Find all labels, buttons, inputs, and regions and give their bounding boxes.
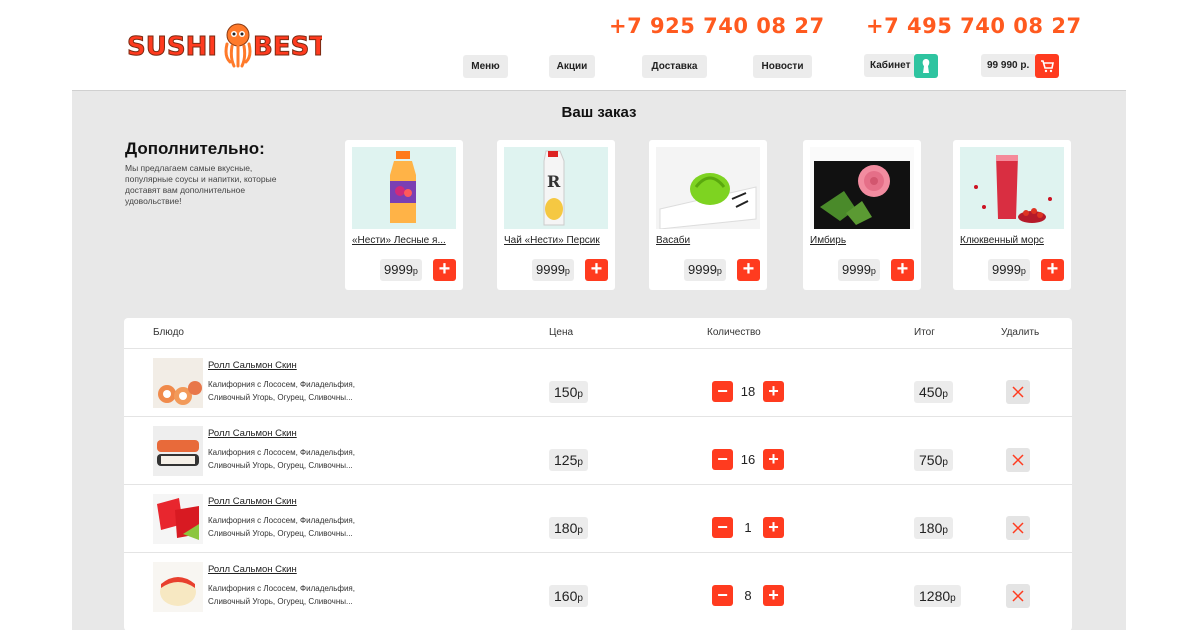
column-header-dish: Блюдо <box>153 327 184 338</box>
column-header-total: Итог <box>914 327 935 338</box>
roll-image[interactable] <box>153 426 203 476</box>
decrease-quantity-button[interactable]: − <box>712 585 733 606</box>
increase-quantity-button[interactable]: + <box>763 585 784 606</box>
dish-price: 180р <box>549 517 588 539</box>
dish-name-link[interactable]: Ролл Сальмон Скин <box>208 564 297 575</box>
extra-card: R Чай «Нести» Персик 9999р + <box>497 140 615 290</box>
extra-card: «Нести» Лесные я... 9999р + <box>345 140 463 290</box>
dish-description: Калифорния с Лососем, Филадельфия, Сливо… <box>208 448 355 470</box>
extra-price: 9999р <box>532 259 574 281</box>
extras-heading: Дополнительно: <box>125 139 265 158</box>
extra-name-link[interactable]: «Нести» Лесные я... <box>352 235 458 246</box>
add-extra-button[interactable]: + <box>433 259 456 281</box>
quantity-value[interactable]: 8 <box>734 585 762 606</box>
cart-total: 99 990 р. <box>981 54 1036 77</box>
svg-text:R: R <box>547 172 561 191</box>
increase-quantity-button[interactable]: + <box>763 449 784 470</box>
decrease-quantity-button[interactable]: − <box>712 449 733 470</box>
column-header-quantity: Количество <box>707 327 761 338</box>
dish-name-link[interactable]: Ролл Сальмон Скин <box>208 360 297 371</box>
delete-row-button[interactable] <box>1006 516 1030 540</box>
dish-description: Калифорния с Лососем, Филадельфия, Сливо… <box>208 584 355 606</box>
site-header: SUSHI BEST +7 925 740 08 27 +7 495 740 0… <box>0 0 1200 90</box>
page-title: Ваш заказ <box>561 104 637 121</box>
extra-price: 9999р <box>838 259 880 281</box>
close-icon <box>1012 454 1024 466</box>
order-table: Блюдо Цена Количество Итог Удалить Ролл … <box>124 318 1072 631</box>
delete-row-button[interactable] <box>1006 380 1030 404</box>
decrease-quantity-button[interactable]: − <box>712 381 733 402</box>
order-page: Ваш заказ Дополнительно: Мы предлагаем с… <box>72 90 1126 631</box>
dish-description: Калифорния с Лососем, Филадельфия, Сливо… <box>208 516 355 538</box>
row-total: 180р <box>914 517 953 539</box>
increase-quantity-button[interactable]: + <box>763 517 784 538</box>
delete-row-button[interactable] <box>1006 584 1030 608</box>
extra-name-link[interactable]: Чай «Нести» Персик <box>504 235 610 246</box>
nav-promotions-button[interactable]: Акции <box>549 55 595 78</box>
quantity-value[interactable]: 18 <box>734 381 762 402</box>
decrease-quantity-button[interactable]: − <box>712 517 733 538</box>
table-row: Ролл Сальмон Скин Калифорния с Лососем, … <box>124 552 1072 620</box>
dish-price: 160р <box>549 585 588 607</box>
nav-menu-button[interactable]: Меню <box>463 55 508 78</box>
extra-price: 9999р <box>988 259 1030 281</box>
dish-name-link[interactable]: Ролл Сальмон Скин <box>208 496 297 507</box>
dish-name-link[interactable]: Ролл Сальмон Скин <box>208 428 297 439</box>
close-icon <box>1012 522 1024 534</box>
extra-card: Имбирь 9999р + <box>803 140 921 290</box>
column-header-delete: Удалить <box>1001 327 1040 338</box>
juice-carton-image[interactable]: R <box>504 147 608 229</box>
row-total: 750р <box>914 449 953 471</box>
svg-text:BEST: BEST <box>253 32 322 62</box>
extra-card: Васаби 9999р + <box>649 140 767 290</box>
row-total: 450р <box>914 381 953 403</box>
nav-delivery-button[interactable]: Доставка <box>642 55 707 78</box>
ginger-image[interactable] <box>810 147 914 229</box>
extra-name-link[interactable]: Имбирь <box>810 235 916 246</box>
add-extra-button[interactable]: + <box>1041 259 1064 281</box>
add-extra-button[interactable]: + <box>737 259 760 281</box>
shopping-cart-icon <box>1035 53 1060 78</box>
close-icon <box>1012 590 1024 602</box>
cranberry-drink-image[interactable] <box>960 147 1064 229</box>
table-row: Ролл Сальмон Скин Калифорния с Лососем, … <box>124 348 1072 416</box>
dish-price: 150р <box>549 381 588 403</box>
add-extra-button[interactable]: + <box>891 259 914 281</box>
extra-price: 9999р <box>684 259 726 281</box>
dish-description: Калифорния с Лососем, Филадельфия, Сливо… <box>208 380 355 402</box>
extra-price: 9999р <box>380 259 422 281</box>
user-cabinet-icon <box>914 53 939 78</box>
quantity-value[interactable]: 16 <box>734 449 762 470</box>
close-icon <box>1012 386 1024 398</box>
column-header-price: Цена <box>549 327 574 338</box>
roll-image[interactable] <box>153 358 203 408</box>
cabinet-label: Кабинет <box>864 54 915 77</box>
dish-price: 125р <box>549 449 588 471</box>
table-row: Ролл Сальмон Скин Калифорния с Лососем, … <box>124 416 1072 484</box>
extra-name-link[interactable]: Клюквенный морс <box>960 235 1066 246</box>
extra-name-link[interactable]: Васаби <box>656 235 762 246</box>
sushi-best-logo[interactable]: SUSHI BEST <box>127 18 328 68</box>
cart-button[interactable]: 99 990 р. <box>981 53 1060 78</box>
dessert-roll-image[interactable] <box>153 562 203 612</box>
cabinet-button[interactable]: Кабинет <box>864 53 939 78</box>
increase-quantity-button[interactable]: + <box>763 381 784 402</box>
sashimi-image[interactable] <box>153 494 203 544</box>
row-total: 1280р <box>914 585 961 607</box>
extras-description: Мы предлагаем самые вкусные, популярные … <box>125 163 277 206</box>
drink-bottle-image[interactable] <box>352 147 456 229</box>
delete-row-button[interactable] <box>1006 448 1030 472</box>
wasabi-image[interactable] <box>656 147 760 229</box>
quantity-value[interactable]: 1 <box>734 517 762 538</box>
nav-news-button[interactable]: Новости <box>753 55 812 78</box>
phone-number-2[interactable]: +7 495 740 08 27 <box>866 14 1082 38</box>
extra-card: Клюквенный морс 9999р + <box>953 140 1071 290</box>
table-row: Ролл Сальмон Скин Калифорния с Лососем, … <box>124 484 1072 552</box>
phone-number-1[interactable]: +7 925 740 08 27 <box>609 14 825 38</box>
svg-text:SUSHI: SUSHI <box>127 32 217 62</box>
add-extra-button[interactable]: + <box>585 259 608 281</box>
